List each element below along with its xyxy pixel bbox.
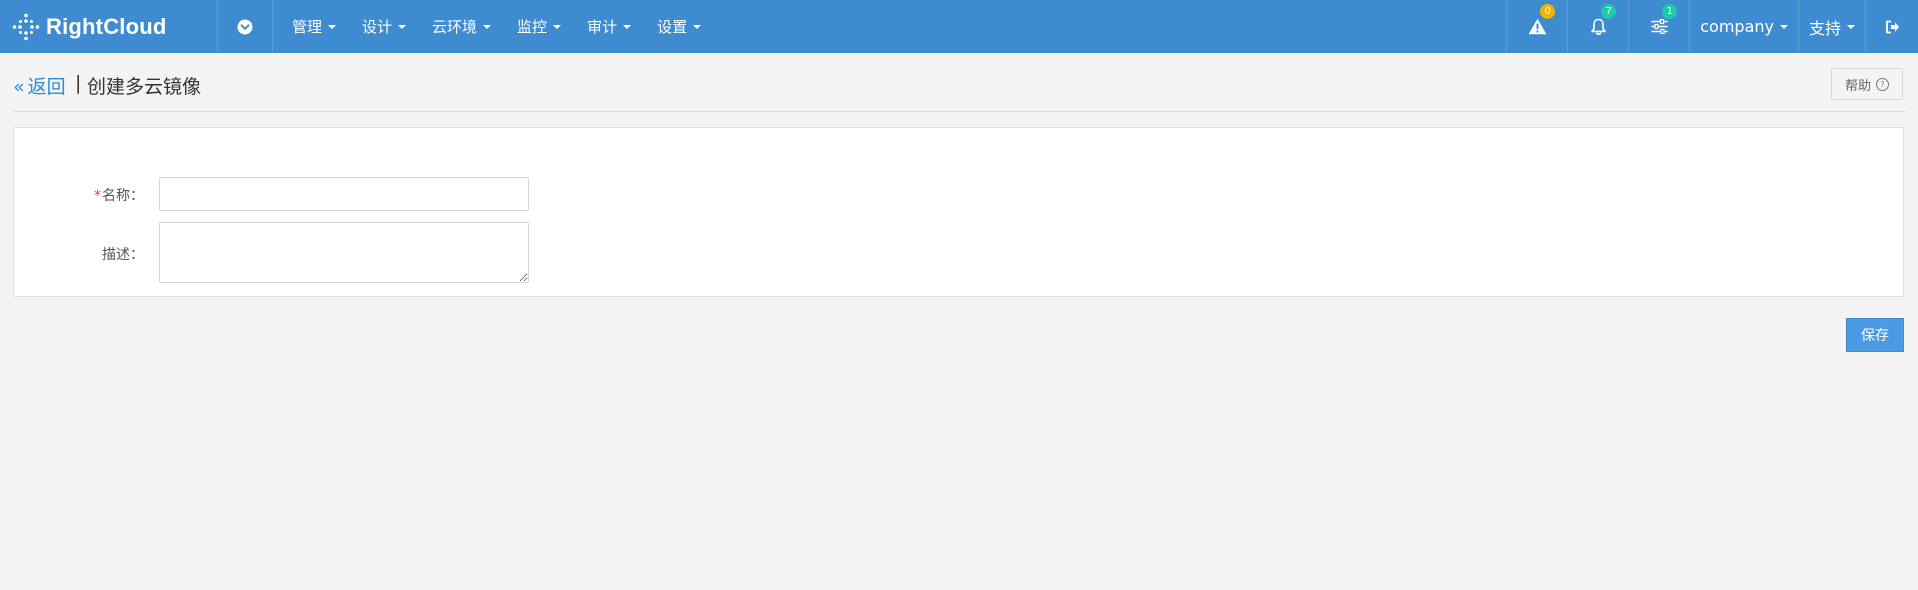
user-name: company — [1700, 17, 1774, 36]
menu-item-label: 管理 — [292, 18, 323, 36]
brand-name: RightCloud — [46, 13, 167, 39]
brand-logo[interactable]: RightCloud — [0, 0, 218, 53]
menu-item-cloud-env[interactable]: 云环境 — [419, 0, 504, 53]
description-label: 描述： — [14, 244, 144, 264]
alerts-button[interactable]: 0 — [1506, 0, 1567, 53]
help-label: 帮助 — [1844, 78, 1871, 94]
page-header: «返回 | 创建多云镜像 帮助 ? — [13, 68, 1905, 112]
menu-item-label: 监控 — [517, 18, 548, 36]
top-navbar: RightCloud 管理 设计 云环境 监控 审计 设置 0 7 1 comp… — [0, 0, 1918, 53]
form-panel: *名称： 描述： — [13, 127, 1904, 297]
name-label: *名称： — [14, 185, 144, 205]
caret-down-icon — [1847, 24, 1855, 29]
menu-item-label: 设计 — [362, 18, 393, 36]
description-textarea[interactable] — [159, 222, 529, 283]
support-menu[interactable]: 支持 — [1797, 0, 1865, 53]
collapse-menu-button[interactable] — [218, 0, 273, 53]
caret-down-icon — [693, 24, 702, 29]
alerts-badge: 0 — [1540, 4, 1556, 19]
bell-icon — [1590, 18, 1606, 35]
chevron-circle-down-icon — [237, 19, 253, 34]
navbar-right: 0 7 1 company 支持 — [1506, 0, 1918, 53]
user-menu[interactable]: company — [1689, 0, 1798, 53]
description-label-text: 描述： — [102, 247, 144, 263]
rightcloud-logo-icon — [12, 13, 40, 40]
page-title: 创建多云镜像 — [87, 76, 202, 98]
name-label-text: 名称： — [102, 188, 144, 204]
back-label: 返回 — [27, 76, 66, 98]
question-circle-icon: ? — [1876, 77, 1889, 91]
main-menu: 管理 设计 云环境 监控 审计 设置 — [273, 0, 714, 53]
menu-item-label: 审计 — [587, 18, 618, 36]
support-label: 支持 — [1808, 18, 1841, 38]
menu-item-settings[interactable]: 设置 — [644, 0, 714, 53]
caret-down-icon — [1779, 24, 1788, 29]
caret-down-icon — [623, 24, 632, 29]
sign-out-icon — [1885, 20, 1899, 33]
menu-item-monitor[interactable]: 监控 — [504, 0, 574, 53]
tasks-button[interactable]: 1 — [1628, 0, 1689, 53]
menu-item-label: 设置 — [657, 18, 688, 36]
save-button[interactable]: 保存 — [1846, 318, 1904, 352]
name-input[interactable] — [159, 177, 529, 211]
warning-icon — [1528, 18, 1547, 35]
caret-down-icon — [553, 24, 562, 29]
caret-down-icon — [328, 24, 337, 29]
menu-item-audit[interactable]: 审计 — [574, 0, 644, 53]
menu-item-design[interactable]: 设计 — [349, 0, 419, 53]
title-separator: | — [75, 72, 82, 94]
required-mark: * — [94, 188, 101, 204]
menu-item-label: 云环境 — [432, 18, 478, 36]
caret-down-icon — [483, 24, 492, 29]
logout-button[interactable] — [1865, 0, 1918, 53]
back-link[interactable]: «返回 — [13, 72, 66, 99]
tasks-badge: 1 — [1662, 4, 1678, 19]
sliders-icon — [1650, 19, 1668, 34]
notifications-button[interactable]: 7 — [1567, 0, 1628, 53]
help-button[interactable]: 帮助 ? — [1831, 68, 1903, 100]
menu-item-manage[interactable]: 管理 — [279, 0, 349, 53]
double-chevron-left-icon: « — [13, 76, 25, 98]
notifications-badge: 7 — [1601, 4, 1617, 19]
caret-down-icon — [398, 24, 407, 29]
